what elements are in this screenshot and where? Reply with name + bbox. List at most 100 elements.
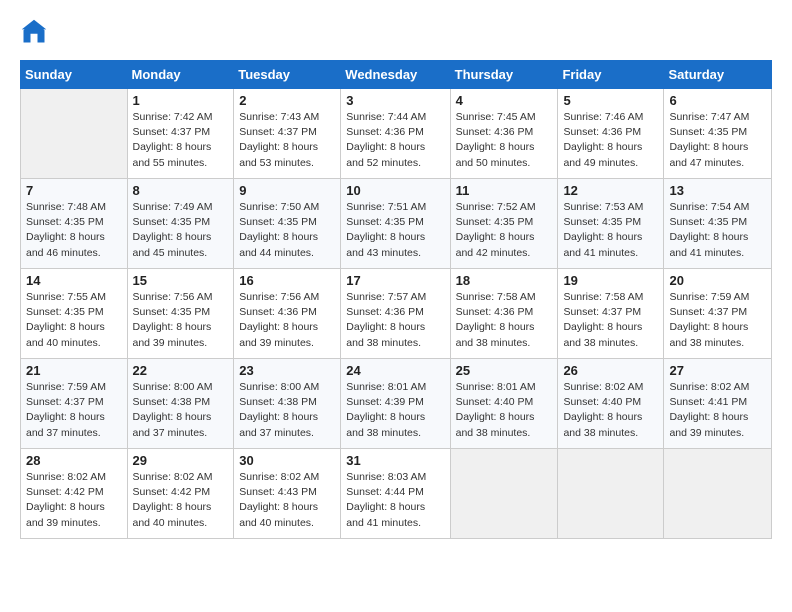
day-info: Sunrise: 7:50 AM Sunset: 4:35 PM Dayligh… [239, 200, 335, 261]
calendar-cell: 7Sunrise: 7:48 AM Sunset: 4:35 PM Daylig… [21, 179, 128, 269]
col-header-thursday: Thursday [450, 61, 558, 89]
day-info: Sunrise: 7:53 AM Sunset: 4:35 PM Dayligh… [563, 200, 658, 261]
calendar-cell: 24 Sunrise: 8:01 AM Sunset: 4:39 PM Dayli… [341, 359, 450, 449]
day-number: 1 [133, 93, 229, 108]
calendar-cell: 11 Sunrise: 7:52 AM Sunset: 4:35 PM Dayli… [450, 179, 558, 269]
col-header-tuesday: Tuesday [234, 61, 341, 89]
day-info: Sunrise: 8:01 AM Sunset: 4:40 PM Dayligh… [456, 380, 553, 441]
day-info: Sunrise: 7:57 AM Sunset: 4:36 PM Dayligh… [346, 290, 444, 351]
day-number: 16 [239, 273, 335, 288]
day-number: 11 [456, 183, 553, 198]
day-number: 5 [563, 93, 658, 108]
calendar-table: SundayMondayTuesdayWednesdayThursdayFrid… [20, 60, 772, 539]
calendar-cell: 19 Sunrise: 7:58 AM Sunset: 4:37 PM Dayli… [558, 269, 664, 359]
day-info: Sunrise: 7:51 AM Sunset: 4:35 PM Dayligh… [346, 200, 444, 261]
calendar-cell: 10 Sunrise: 7:51 AM Sunset: 4:35 PM Dayli… [341, 179, 450, 269]
day-number: 3 [346, 93, 444, 108]
day-info: Sunrise: 8:02 AM Sunset: 4:40 PM Dayligh… [563, 380, 658, 441]
logo-icon [20, 18, 48, 46]
page: SundayMondayTuesdayWednesdayThursdayFrid… [0, 0, 792, 612]
day-info: Sunrise: 8:02 AM Sunset: 4:42 PM Dayligh… [26, 470, 122, 531]
calendar-cell: 18 Sunrise: 7:58 AM Sunset: 4:36 PM Dayli… [450, 269, 558, 359]
calendar-cell: 17 Sunrise: 7:57 AM Sunset: 4:36 PM Dayli… [341, 269, 450, 359]
day-info: Sunrise: 7:56 AM Sunset: 4:36 PM Dayligh… [239, 290, 335, 351]
col-header-friday: Friday [558, 61, 664, 89]
day-info: Sunrise: 7:59 AM Sunset: 4:37 PM Dayligh… [669, 290, 766, 351]
calendar-cell: 12 Sunrise: 7:53 AM Sunset: 4:35 PM Dayli… [558, 179, 664, 269]
day-number: 4 [456, 93, 553, 108]
day-number: 7 [26, 183, 122, 198]
calendar-cell [664, 449, 772, 539]
calendar-cell: 14Sunrise: 7:55 AM Sunset: 4:35 PM Dayli… [21, 269, 128, 359]
calendar-cell: 28 Sunrise: 8:02 AM Sunset: 4:42 PM Dayli… [21, 449, 128, 539]
day-number: 18 [456, 273, 553, 288]
day-number: 19 [563, 273, 658, 288]
day-number: 13 [669, 183, 766, 198]
day-number: 31 [346, 453, 444, 468]
calendar-cell: 29Sunrise: 8:02 AM Sunset: 4:42 PM Dayli… [127, 449, 234, 539]
day-info: Sunrise: 7:42 AM Sunset: 4:37 PM Dayligh… [133, 110, 229, 171]
day-info: Sunrise: 7:59 AM Sunset: 4:37 PM Dayligh… [26, 380, 122, 441]
day-info: Sunrise: 7:47 AM Sunset: 4:35 PM Dayligh… [669, 110, 766, 171]
calendar-week-row: 21 Sunrise: 7:59 AM Sunset: 4:37 PM Dayli… [21, 359, 772, 449]
header [20, 18, 772, 46]
calendar-cell: 20Sunrise: 7:59 AM Sunset: 4:37 PM Dayli… [664, 269, 772, 359]
calendar-cell: 3 Sunrise: 7:44 AM Sunset: 4:36 PM Daylig… [341, 89, 450, 179]
day-number: 21 [26, 363, 122, 378]
day-number: 17 [346, 273, 444, 288]
calendar-week-row: 14Sunrise: 7:55 AM Sunset: 4:35 PM Dayli… [21, 269, 772, 359]
day-number: 12 [563, 183, 658, 198]
day-number: 25 [456, 363, 553, 378]
calendar-cell [21, 89, 128, 179]
calendar-cell: 25 Sunrise: 8:01 AM Sunset: 4:40 PM Dayli… [450, 359, 558, 449]
col-header-sunday: Sunday [21, 61, 128, 89]
day-info: Sunrise: 7:45 AM Sunset: 4:36 PM Dayligh… [456, 110, 553, 171]
day-info: Sunrise: 8:00 AM Sunset: 4:38 PM Dayligh… [133, 380, 229, 441]
day-number: 27 [669, 363, 766, 378]
day-number: 22 [133, 363, 229, 378]
day-number: 14 [26, 273, 122, 288]
day-number: 15 [133, 273, 229, 288]
calendar-cell: 9 Sunrise: 7:50 AM Sunset: 4:35 PM Daylig… [234, 179, 341, 269]
day-info: Sunrise: 7:58 AM Sunset: 4:37 PM Dayligh… [563, 290, 658, 351]
day-number: 23 [239, 363, 335, 378]
day-info: Sunrise: 7:56 AM Sunset: 4:35 PM Dayligh… [133, 290, 229, 351]
col-header-wednesday: Wednesday [341, 61, 450, 89]
day-number: 2 [239, 93, 335, 108]
day-info: Sunrise: 7:43 AM Sunset: 4:37 PM Dayligh… [239, 110, 335, 171]
calendar-cell: 15 Sunrise: 7:56 AM Sunset: 4:35 PM Dayli… [127, 269, 234, 359]
day-number: 6 [669, 93, 766, 108]
calendar-cell: 4 Sunrise: 7:45 AM Sunset: 4:36 PM Daylig… [450, 89, 558, 179]
calendar-cell: 22 Sunrise: 8:00 AM Sunset: 4:38 PM Dayli… [127, 359, 234, 449]
day-info: Sunrise: 8:03 AM Sunset: 4:44 PM Dayligh… [346, 470, 444, 531]
day-number: 8 [133, 183, 229, 198]
calendar-cell: 21 Sunrise: 7:59 AM Sunset: 4:37 PM Dayli… [21, 359, 128, 449]
calendar-cell [450, 449, 558, 539]
calendar-cell [558, 449, 664, 539]
calendar-cell: 2 Sunrise: 7:43 AM Sunset: 4:37 PM Daylig… [234, 89, 341, 179]
calendar-cell: 16 Sunrise: 7:56 AM Sunset: 4:36 PM Dayli… [234, 269, 341, 359]
calendar-week-row: 7Sunrise: 7:48 AM Sunset: 4:35 PM Daylig… [21, 179, 772, 269]
day-info: Sunrise: 8:02 AM Sunset: 4:43 PM Dayligh… [239, 470, 335, 531]
day-info: Sunrise: 7:58 AM Sunset: 4:36 PM Dayligh… [456, 290, 553, 351]
col-header-saturday: Saturday [664, 61, 772, 89]
calendar-cell: 26Sunrise: 8:02 AM Sunset: 4:40 PM Dayli… [558, 359, 664, 449]
day-number: 24 [346, 363, 444, 378]
day-number: 28 [26, 453, 122, 468]
day-info: Sunrise: 8:00 AM Sunset: 4:38 PM Dayligh… [239, 380, 335, 441]
day-info: Sunrise: 8:02 AM Sunset: 4:41 PM Dayligh… [669, 380, 766, 441]
day-number: 10 [346, 183, 444, 198]
calendar-week-row: 28 Sunrise: 8:02 AM Sunset: 4:42 PM Dayli… [21, 449, 772, 539]
calendar-cell: 1 Sunrise: 7:42 AM Sunset: 4:37 PM Daylig… [127, 89, 234, 179]
calendar-cell: 27 Sunrise: 8:02 AM Sunset: 4:41 PM Dayli… [664, 359, 772, 449]
calendar-cell: 31 Sunrise: 8:03 AM Sunset: 4:44 PM Dayli… [341, 449, 450, 539]
day-info: Sunrise: 7:49 AM Sunset: 4:35 PM Dayligh… [133, 200, 229, 261]
day-info: Sunrise: 8:01 AM Sunset: 4:39 PM Dayligh… [346, 380, 444, 441]
calendar-cell: 30 Sunrise: 8:02 AM Sunset: 4:43 PM Dayli… [234, 449, 341, 539]
day-info: Sunrise: 7:54 AM Sunset: 4:35 PM Dayligh… [669, 200, 766, 261]
day-info: Sunrise: 7:52 AM Sunset: 4:35 PM Dayligh… [456, 200, 553, 261]
day-number: 9 [239, 183, 335, 198]
day-number: 30 [239, 453, 335, 468]
calendar-cell: 6 Sunrise: 7:47 AM Sunset: 4:35 PM Daylig… [664, 89, 772, 179]
day-info: Sunrise: 7:44 AM Sunset: 4:36 PM Dayligh… [346, 110, 444, 171]
